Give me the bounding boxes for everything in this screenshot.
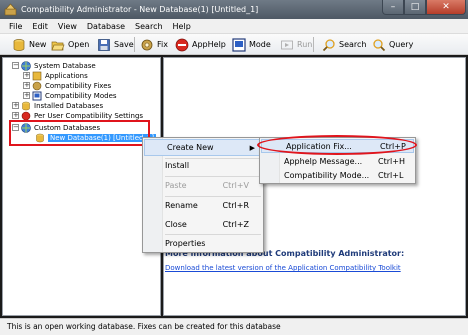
query-button[interactable]: Query: [372, 36, 413, 53]
new-database-icon: [13, 38, 25, 51]
menu-item-close[interactable]: Close Ctrl+Z: [143, 216, 263, 233]
compatibility-modes-icon: [32, 91, 42, 100]
applications-icon: [32, 71, 42, 80]
expand-toggle[interactable]: +: [23, 82, 30, 89]
search-button[interactable]: Search: [322, 36, 366, 53]
search-label: Search: [339, 40, 367, 49]
open-button[interactable]: Open: [51, 36, 89, 53]
window-controls: – □ ✕: [382, 0, 466, 15]
menu-item-create-new[interactable]: Create New ▶: [144, 139, 262, 156]
window-title: Compatibility Administrator - New Databa…: [21, 5, 259, 14]
menu-search[interactable]: Search: [130, 19, 167, 34]
apphelp-stop-icon: [175, 38, 189, 51]
per-user-settings-icon: [21, 111, 31, 120]
minimize-button[interactable]: –: [382, 0, 404, 15]
toolbar-separator: [134, 37, 135, 52]
collapse-toggle[interactable]: −: [12, 62, 19, 69]
menu-item-properties[interactable]: Properties: [143, 235, 263, 252]
compatibility-administrator-window: Compatibility Administrator - New Databa…: [0, 0, 468, 335]
mode-button[interactable]: Mode: [232, 36, 271, 53]
save-label: Save: [114, 40, 134, 49]
run-button[interactable]: Run: [280, 36, 312, 53]
menu-edit[interactable]: Edit: [27, 19, 53, 34]
app-icon: [4, 3, 17, 16]
run-icon: [281, 40, 293, 49]
search-magnifier-icon: [322, 38, 335, 51]
mode-label: Mode: [249, 40, 271, 49]
open-label: Open: [68, 40, 90, 49]
menu-file[interactable]: File: [4, 19, 27, 34]
maximize-button[interactable]: □: [404, 0, 426, 15]
status-bar: This is an open working database. Fixes …: [0, 318, 468, 335]
submenu-arrow-icon: ▶: [249, 143, 255, 152]
mode-monitor-icon: [232, 37, 246, 52]
toolbar-separator: [313, 37, 314, 52]
fix-label: Fix: [157, 40, 168, 49]
open-folder-icon: [51, 41, 65, 50]
menu-help[interactable]: Help: [168, 19, 196, 34]
context-menu: Create New ▶ Install Paste Ctrl+V Rename…: [142, 137, 264, 253]
menu-item-rename[interactable]: Rename Ctrl+R: [143, 197, 263, 214]
query-magnifier-icon: [373, 38, 386, 51]
menu-view[interactable]: View: [53, 19, 82, 34]
menu-bar: File Edit View Database Search Help: [0, 19, 468, 34]
menu-item-apphelp-message[interactable]: Apphelp Message... Ctrl+H: [260, 154, 415, 168]
toolbar: New Open Save Fix AppHelp Mode Run Searc…: [0, 34, 468, 55]
menu-item-compatibility-mode[interactable]: Compatibility Mode... Ctrl+L: [260, 168, 415, 182]
installed-databases-icon: [22, 101, 30, 110]
menu-item-install[interactable]: Install: [143, 157, 263, 174]
database-tree[interactable]: − System Database + Applications + Compa…: [2, 57, 161, 316]
expand-toggle[interactable]: +: [12, 112, 19, 119]
download-toolkit-link[interactable]: Download the latest version of the Appli…: [165, 264, 401, 272]
new-button[interactable]: New: [12, 36, 46, 53]
run-label: Run: [297, 40, 313, 49]
menu-item-paste[interactable]: Paste Ctrl+V: [143, 177, 263, 194]
query-label: Query: [389, 40, 414, 49]
title-bar: Compatibility Administrator - New Databa…: [0, 0, 468, 19]
new-label: New: [29, 40, 47, 49]
save-disk-icon: [98, 38, 110, 51]
highlight-annotation-oval: [257, 135, 417, 155]
close-button[interactable]: ✕: [426, 0, 466, 15]
expand-toggle[interactable]: +: [12, 102, 19, 109]
expand-toggle[interactable]: +: [23, 92, 30, 99]
fix-button[interactable]: Fix: [140, 36, 168, 53]
system-database-icon: [21, 60, 31, 71]
apphelp-label: AppHelp: [192, 40, 226, 49]
apphelp-button[interactable]: AppHelp: [175, 36, 226, 53]
menu-database[interactable]: Database: [82, 19, 130, 34]
fix-gear-icon: [141, 39, 153, 50]
compatibility-fixes-icon: [32, 81, 42, 90]
save-button[interactable]: Save: [97, 36, 134, 53]
highlight-annotation-rectangle: [9, 120, 150, 146]
expand-toggle[interactable]: +: [23, 72, 30, 79]
